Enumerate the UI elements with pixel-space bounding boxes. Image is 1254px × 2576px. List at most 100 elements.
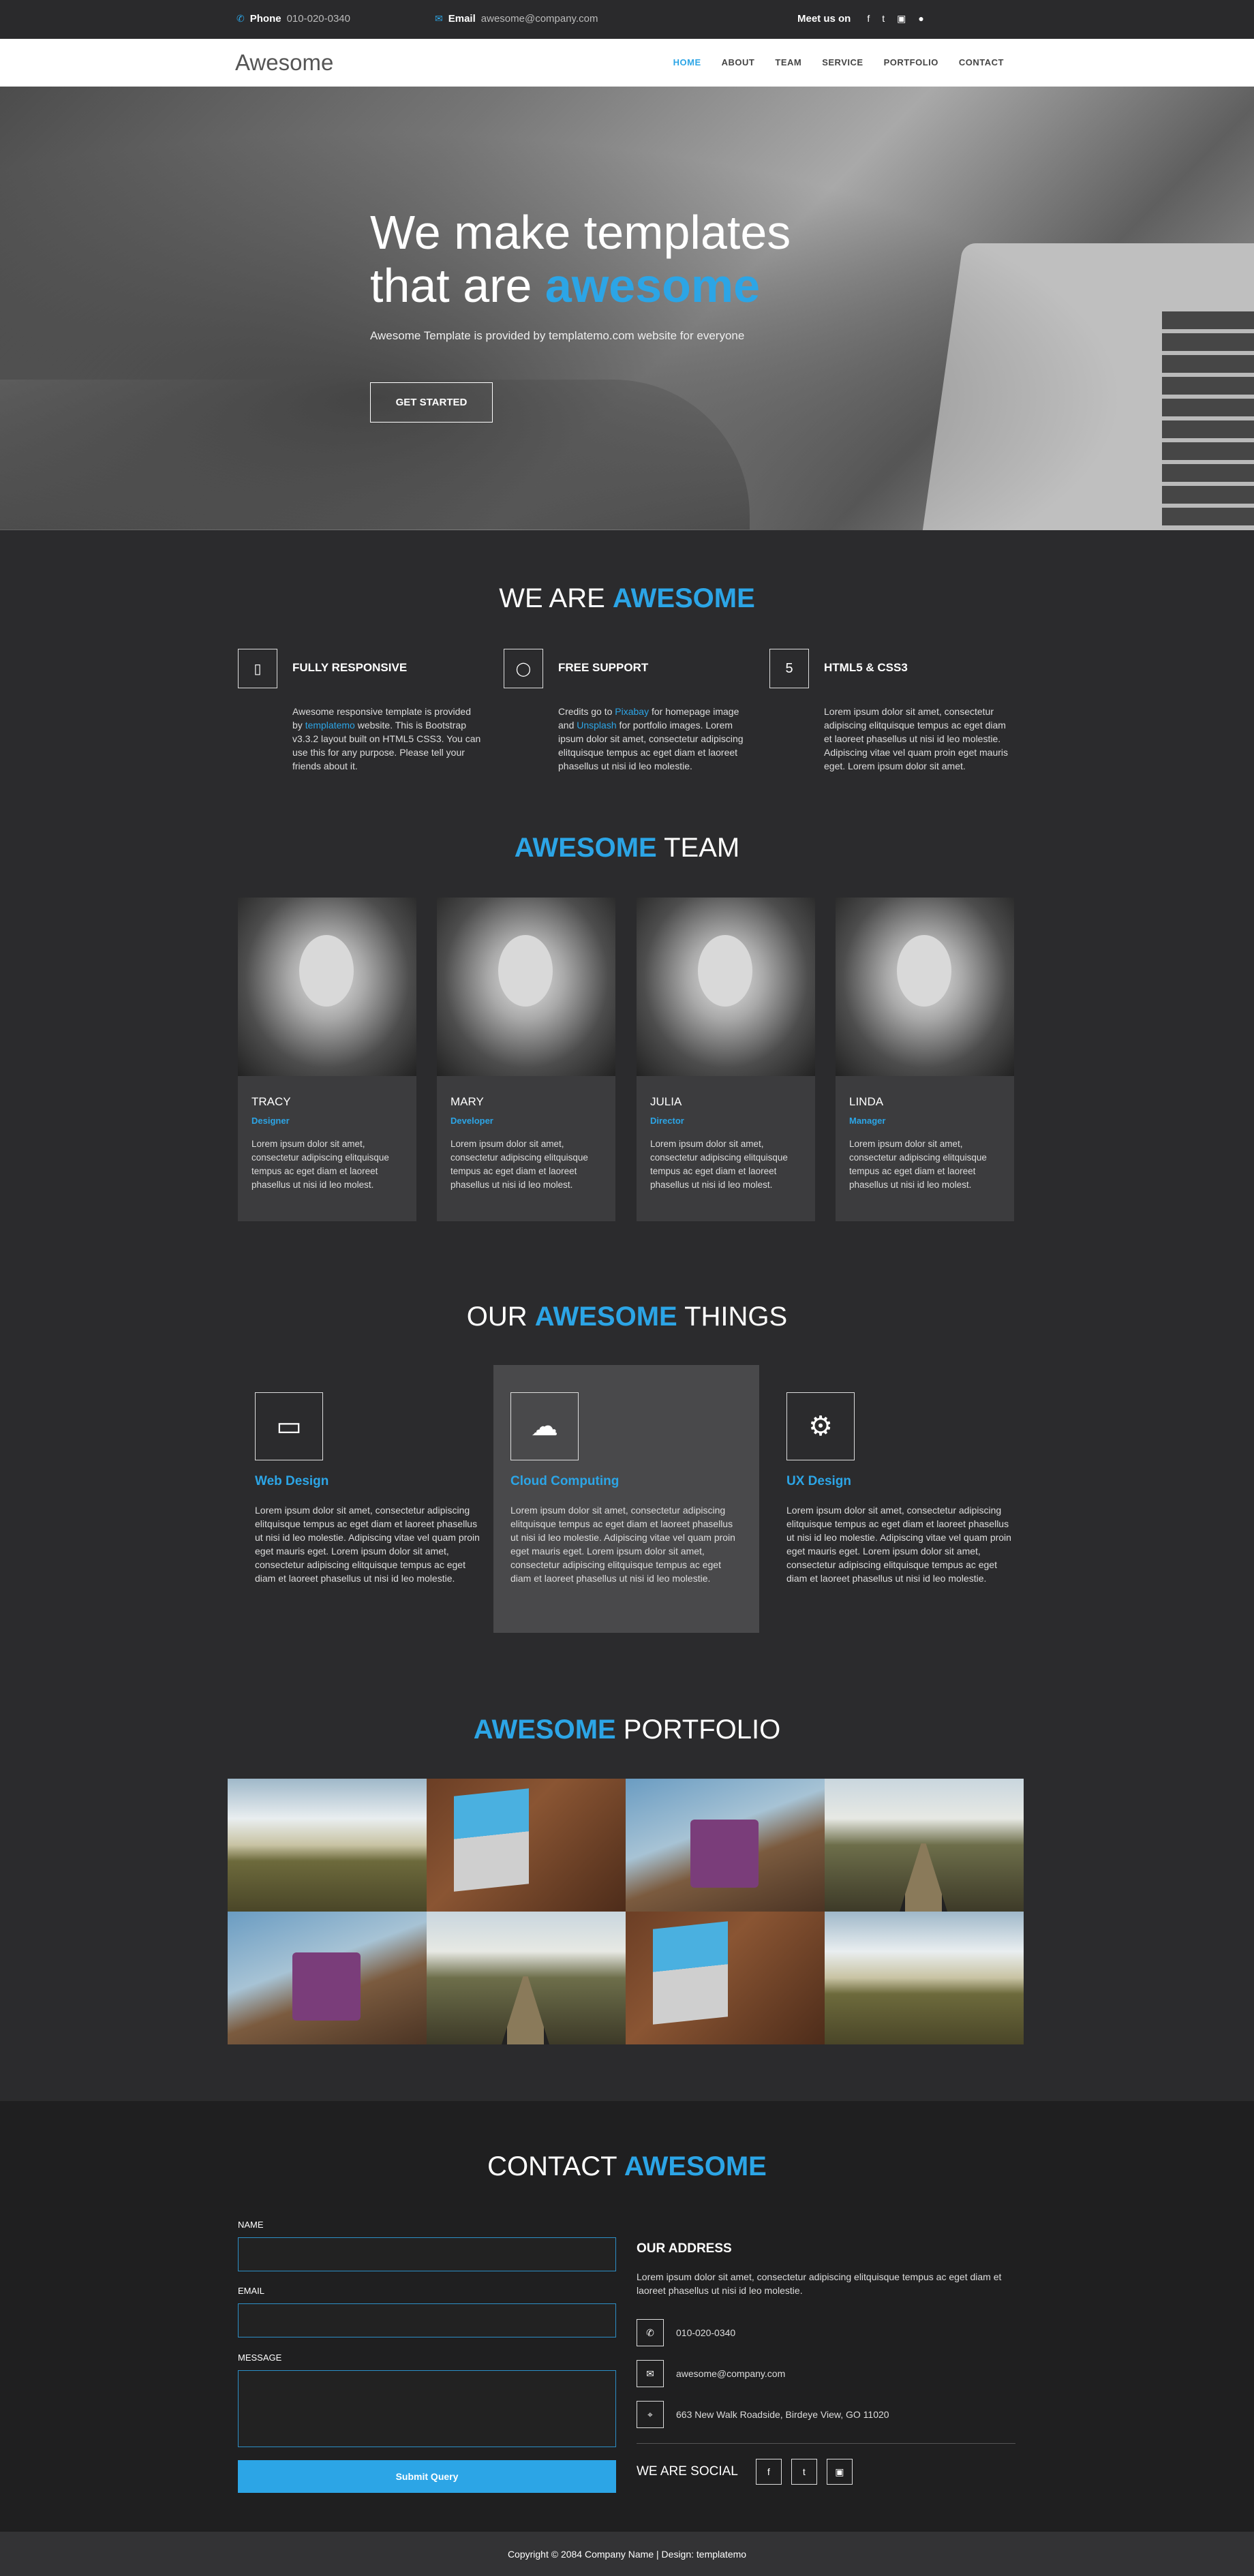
feature-title: HTML5 & CSS3 xyxy=(824,661,908,674)
brand-logo[interactable]: Awesome xyxy=(235,50,333,76)
team-card-mary: MARY Developer Lorem ipsum dolor sit ame… xyxy=(437,898,615,1221)
map-pin-icon: ⌖ xyxy=(637,2401,664,2428)
contact-location: ⌖ 663 New Walk Roadside, Birdeye View, G… xyxy=(637,2401,889,2428)
footer: Copyright © 2084 Company Name | Design: … xyxy=(0,2532,1254,2576)
templatemo-link[interactable]: templatemo xyxy=(305,720,355,731)
navbar: Awesome HOME ABOUT TEAM SERVICE PORTFOLI… xyxy=(0,39,1254,87)
contact-email-value[interactable]: awesome@company.com xyxy=(676,2368,785,2379)
social-label: WE ARE SOCIAL xyxy=(637,2464,738,2479)
service-web-design: ▭ Web Design Lorem ipsum dolor sit amet,… xyxy=(238,1365,504,1633)
email-info: ✉ Email awesome@company.com xyxy=(435,13,598,25)
submit-query-button[interactable]: Submit Query xyxy=(238,2460,616,2493)
email-label: Email xyxy=(448,13,476,25)
contact-phone: ✆ 010-020-0340 xyxy=(637,2319,735,2346)
instagram-icon[interactable]: ▣ xyxy=(826,2459,853,2485)
email-field[interactable] xyxy=(238,2303,616,2337)
portfolio-title: AWESOME PORTFOLIO xyxy=(473,1715,781,1745)
name-label: NAME xyxy=(238,2220,264,2230)
hero-heading: We make templates that are awesome xyxy=(370,206,791,312)
member-desc: Lorem ipsum dolor sit amet, consectetur … xyxy=(849,1139,987,1190)
contact-email: ✉ awesome@company.com xyxy=(637,2360,785,2387)
nav-item-home[interactable]: HOME xyxy=(673,57,701,67)
team-card-julia: JULIA Director Lorem ipsum dolor sit ame… xyxy=(637,898,815,1221)
facebook-icon[interactable]: f xyxy=(867,13,870,25)
team-photo xyxy=(836,898,1014,1076)
member-role: Director xyxy=(650,1116,684,1126)
member-desc: Lorem ipsum dolor sit amet, consectetur … xyxy=(251,1139,389,1190)
nav-item-about[interactable]: ABOUT xyxy=(722,57,755,67)
contact-location-value: 663 New Walk Roadside, Birdeye View, GO … xyxy=(676,2409,889,2420)
member-role: Manager xyxy=(849,1116,886,1126)
nav-menu: HOME ABOUT TEAM SERVICE PORTFOLIO CONTAC… xyxy=(673,57,1004,67)
service-title[interactable]: Cloud Computing xyxy=(510,1474,619,1489)
phone-label: Phone xyxy=(249,13,281,25)
team-card-tracy: TRACY Designer Lorem ipsum dolor sit ame… xyxy=(238,898,416,1221)
envelope-icon: ✉ xyxy=(435,13,443,24)
address-title: OUR ADDRESS xyxy=(637,2241,732,2256)
email-value[interactable]: awesome@company.com xyxy=(481,13,598,25)
gear-icon: ⚙ xyxy=(786,1392,855,1460)
get-started-button[interactable]: GET STARTED xyxy=(370,382,493,423)
hero-line-2: that are xyxy=(370,259,545,312)
message-field[interactable] xyxy=(238,2370,616,2447)
phone-icon: ✆ xyxy=(236,13,245,24)
cloud-icon: ☁ xyxy=(510,1392,579,1460)
service-desc: Lorem ipsum dolor sit amet, consectetur … xyxy=(255,1505,480,1584)
address-text: Lorem ipsum dolor sit amet, consectetur … xyxy=(637,2271,1002,2296)
message-label: MESSAGE xyxy=(238,2352,282,2363)
unsplash-link[interactable]: Unsplash xyxy=(577,720,616,731)
nav-item-portfolio[interactable]: PORTFOLIO xyxy=(884,57,938,67)
portfolio-landscape[interactable] xyxy=(228,1779,427,1912)
portfolio-landscape[interactable] xyxy=(825,1912,1024,2044)
hero-subtitle: Awesome Template is provided by template… xyxy=(370,329,745,342)
team-card-linda: LINDA Manager Lorem ipsum dolor sit amet… xyxy=(836,898,1014,1221)
phone-value: 010-020-0340 xyxy=(286,13,350,25)
contact-phone-value: 010-020-0340 xyxy=(676,2327,736,2338)
service-title[interactable]: Web Design xyxy=(255,1474,328,1489)
feature-text: Lorem ipsum dolor sit amet, consectetur … xyxy=(824,706,1009,771)
top-bar: ✆ Phone 010-020-0340 ✉ Email awesome@com… xyxy=(0,0,1254,39)
instagram-icon[interactable]: ▣ xyxy=(897,13,906,25)
service-desc: Lorem ipsum dolor sit amet, consectetur … xyxy=(786,1505,1011,1584)
member-name: JULIA xyxy=(650,1095,682,1108)
service-ux-design: ⚙ UX Design Lorem ipsum dolor sit amet, … xyxy=(769,1365,1035,1633)
nav-item-team[interactable]: TEAM xyxy=(775,57,801,67)
contact-title: CONTACT AWESOME xyxy=(487,2151,767,2181)
social-row: WE ARE SOCIAL f t ▣ xyxy=(637,2459,853,2485)
meet-us: Meet us on f t ▣ ● xyxy=(797,13,924,25)
things-title: OUR AWESOME THINGS xyxy=(466,1302,788,1332)
feature-title: FULLY RESPONSIVE xyxy=(292,661,408,674)
member-name: LINDA xyxy=(849,1095,884,1108)
member-role: Designer xyxy=(251,1116,290,1126)
feature-text: Credits go to Pixabay for homepage image… xyxy=(558,706,744,771)
facebook-icon[interactable]: f xyxy=(755,2459,782,2485)
mobile-icon: ▯ xyxy=(238,649,277,688)
portfolio-cup[interactable] xyxy=(228,1912,427,2044)
service-cloud-computing: ☁ Cloud Computing Lorem ipsum dolor sit … xyxy=(493,1365,759,1633)
service-desc: Lorem ipsum dolor sit amet, consectetur … xyxy=(510,1505,735,1584)
name-field[interactable] xyxy=(238,2237,616,2271)
pixabay-link[interactable]: Pixabay xyxy=(615,706,649,717)
twitter-icon[interactable]: t xyxy=(791,2459,817,2485)
chat-bubble-icon: ◯ xyxy=(504,649,543,688)
portfolio-cup[interactable] xyxy=(626,1779,825,1912)
envelope-icon: ✉ xyxy=(637,2360,664,2387)
nav-item-contact[interactable]: CONTACT xyxy=(959,57,1004,67)
hero-line-1: We make templates xyxy=(370,206,791,259)
divider xyxy=(637,2443,1015,2444)
member-name: MARY xyxy=(450,1095,484,1108)
nav-item-service[interactable]: SERVICE xyxy=(822,57,863,67)
feature-text: Awesome responsive template is provided … xyxy=(292,706,481,771)
portfolio-rail[interactable] xyxy=(825,1779,1024,1912)
portfolio-laptop[interactable] xyxy=(427,1779,626,1912)
apple-icon[interactable]: ● xyxy=(918,13,923,25)
portfolio-laptop[interactable] xyxy=(626,1912,825,2044)
laptop-icon: ▭ xyxy=(255,1392,323,1460)
member-desc: Lorem ipsum dolor sit amet, consectetur … xyxy=(650,1139,788,1190)
feature-title: FREE SUPPORT xyxy=(558,661,649,674)
portfolio-rail[interactable] xyxy=(427,1912,626,2044)
team-title: AWESOME TEAM xyxy=(514,833,740,863)
phone-icon: ✆ xyxy=(637,2319,664,2346)
twitter-icon[interactable]: t xyxy=(882,13,885,25)
service-title[interactable]: UX Design xyxy=(786,1474,851,1489)
